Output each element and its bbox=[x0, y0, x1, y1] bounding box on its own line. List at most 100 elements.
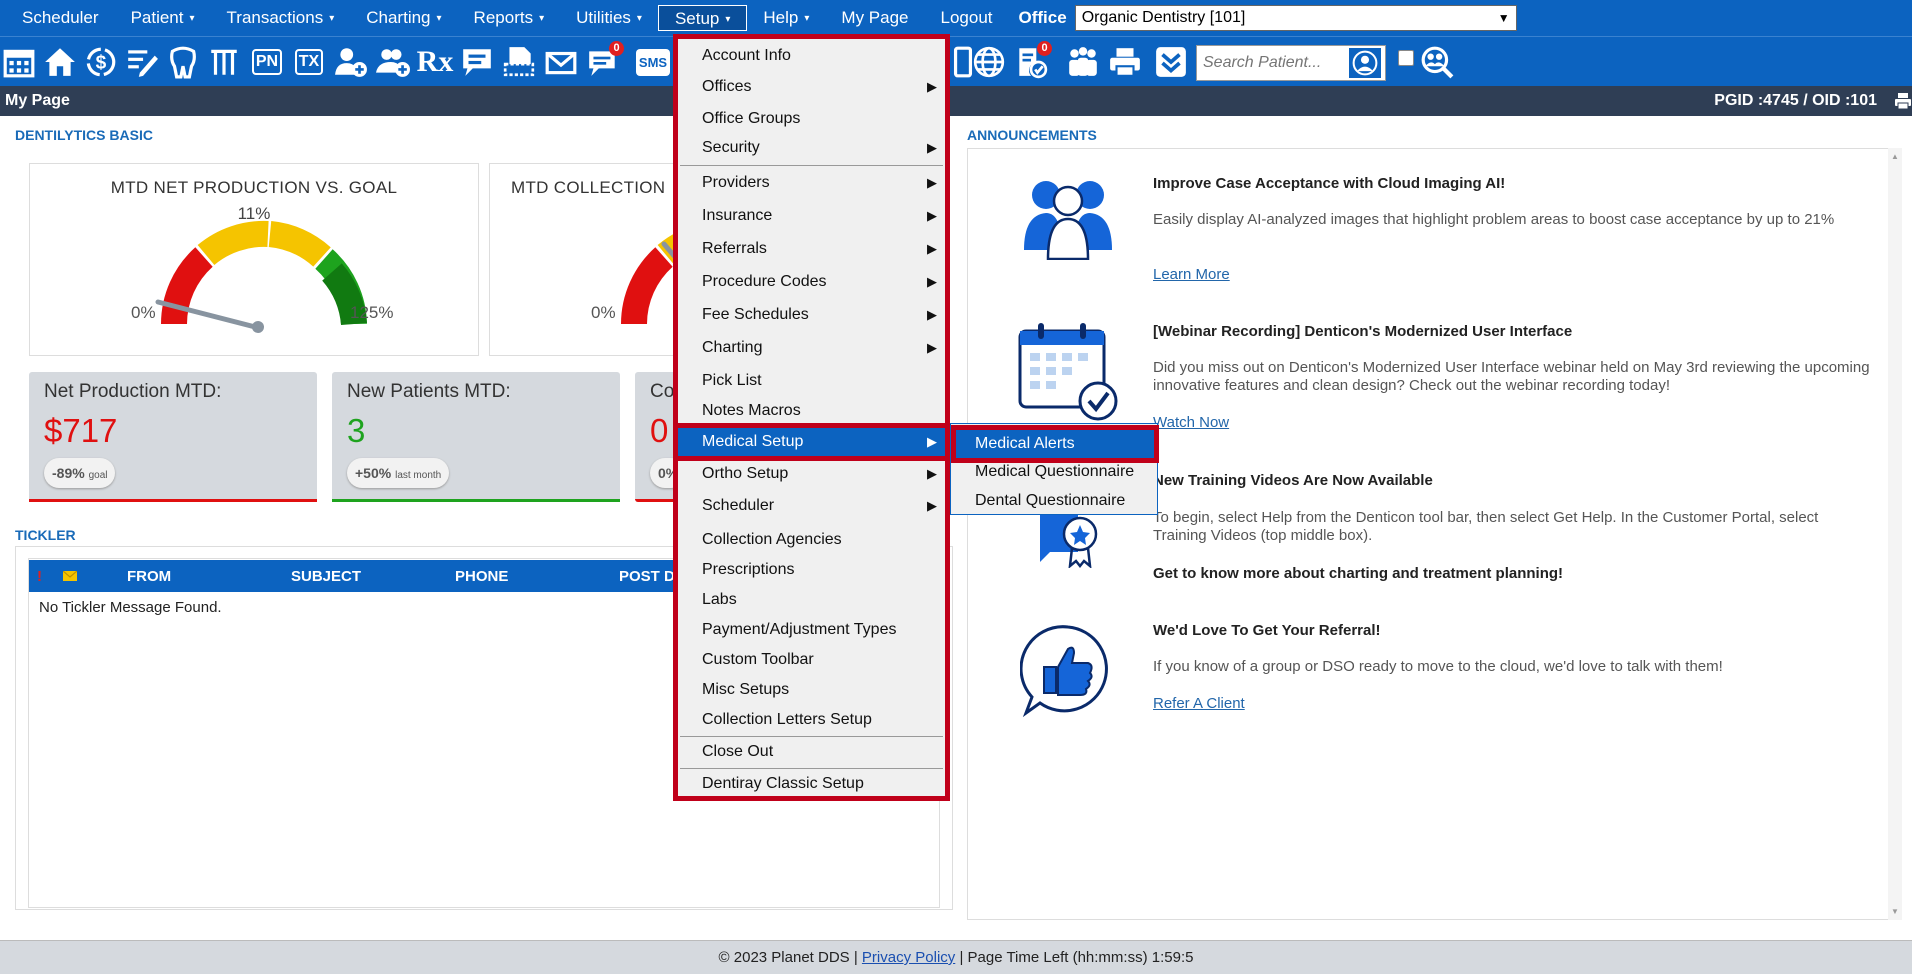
menu-scheduler[interactable]: Scheduler bbox=[6, 5, 115, 31]
setup-item-collection-agencies[interactable]: Collection Agencies bbox=[678, 526, 945, 554]
menu-charting[interactable]: Charting ▾ bbox=[350, 5, 457, 31]
submenu-arrow-icon: ▶ bbox=[927, 175, 937, 190]
submenu-item-medical-alerts[interactable]: Medical Alerts bbox=[951, 425, 1159, 463]
setup-item-custom-toolbar[interactable]: Custom Toolbar bbox=[678, 646, 945, 674]
announcements-scrollbar[interactable]: ▲ ▼ bbox=[1888, 148, 1902, 920]
page-print-icon[interactable] bbox=[1894, 92, 1912, 110]
search-option-checkbox[interactable] bbox=[1398, 50, 1414, 66]
setup-item-fee-schedules[interactable]: Fee Schedules ▶ bbox=[678, 301, 945, 329]
announcement-title: We'd Love To Get Your Referral! bbox=[1153, 622, 1381, 639]
menu-reports[interactable]: Reports ▾ bbox=[458, 5, 561, 31]
stat-label: New Patients MTD: bbox=[347, 381, 511, 402]
documents-badge: 0 bbox=[1037, 41, 1052, 56]
gauge-card-net-production: MTD NET PRODUCTION VS. GOAL 11% 0% 125% bbox=[29, 163, 479, 356]
setup-item-account-info[interactable]: Account Info bbox=[678, 42, 945, 70]
messages-icon[interactable]: 0 bbox=[586, 41, 624, 79]
document-check-icon[interactable]: 0 bbox=[1014, 41, 1052, 79]
gauge-title: MTD NET PRODUCTION VS. GOAL bbox=[110, 178, 398, 197]
submenu-item-medical-questionnaire[interactable]: Medical Questionnaire bbox=[951, 458, 1157, 486]
submenu-arrow-icon: ▶ bbox=[927, 466, 937, 481]
setup-dropdown-menu: Account Info Offices ▶ Office Groups Secu… bbox=[673, 34, 950, 801]
progress-notes-icon[interactable]: PN bbox=[250, 45, 284, 79]
setup-item-providers[interactable]: Providers ▶ bbox=[678, 169, 945, 197]
menu-help[interactable]: Help ▾ bbox=[747, 5, 825, 31]
printer-icon[interactable] bbox=[1108, 45, 1142, 79]
gauge-dial bbox=[621, 231, 678, 325]
submenu-arrow-icon: ▶ bbox=[927, 307, 937, 322]
chevron-down-icon: ▾ bbox=[636, 13, 642, 24]
setup-item-medical-setup[interactable]: Medical Setup ▶ bbox=[673, 423, 950, 461]
training-badge-icon bbox=[1040, 512, 1098, 568]
setup-item-dentiray-classic-setup[interactable]: Dentiray Classic Setup bbox=[678, 770, 945, 798]
refer-client-link[interactable]: Refer A Client bbox=[1153, 695, 1245, 712]
setup-item-ortho-setup[interactable]: Ortho Setup ▶ bbox=[678, 460, 945, 488]
setup-item-collection-letters-setup[interactable]: Collection Letters Setup bbox=[678, 706, 945, 734]
setup-item-misc-setups[interactable]: Misc Setups bbox=[678, 676, 945, 704]
calendar-icon[interactable] bbox=[2, 45, 36, 79]
stat-label: Net Production MTD: bbox=[44, 381, 222, 402]
dollar-cycle-icon[interactable]: $ bbox=[84, 45, 118, 79]
announcements-section-title: ANNOUNCEMENTS bbox=[967, 127, 1097, 143]
setup-item-procedure-codes[interactable]: Procedure Codes ▶ bbox=[678, 268, 945, 296]
learn-more-link[interactable]: Learn More bbox=[1153, 266, 1230, 283]
setup-item-security[interactable]: Security ▶ bbox=[678, 134, 945, 162]
col-from[interactable]: FROM bbox=[127, 568, 171, 585]
search-patient-input[interactable] bbox=[1197, 54, 1347, 72]
submenu-arrow-icon: ▶ bbox=[927, 498, 937, 513]
setup-item-notes-macros[interactable]: Notes Macros bbox=[678, 397, 945, 425]
stat-delta-pill: +50% last month bbox=[347, 458, 450, 488]
edit-list-icon[interactable] bbox=[125, 45, 159, 79]
tickler-empty-message: No Tickler Message Found. bbox=[39, 599, 222, 616]
scroll-down-icon[interactable]: ▼ bbox=[1888, 907, 1902, 916]
scroll-up-icon[interactable]: ▲ bbox=[1888, 152, 1902, 161]
setup-item-pick-list[interactable]: Pick List bbox=[678, 367, 945, 395]
search-group-icon[interactable] bbox=[1420, 45, 1454, 79]
envelope-icon bbox=[62, 568, 78, 585]
submenu-item-dental-questionnaire[interactable]: Dental Questionnaire bbox=[951, 487, 1157, 515]
add-patient-icon[interactable] bbox=[334, 45, 368, 79]
stat-value: 3 bbox=[347, 412, 366, 449]
menu-patient[interactable]: Patient ▾ bbox=[115, 5, 211, 31]
privacy-policy-link[interactable]: Privacy Policy bbox=[862, 949, 955, 966]
email-icon[interactable] bbox=[544, 45, 578, 79]
expand-more-icon[interactable] bbox=[1154, 45, 1188, 79]
chat-note-icon[interactable] bbox=[460, 45, 494, 79]
office-label: Office bbox=[1018, 8, 1067, 27]
setup-item-offices[interactable]: Offices ▶ bbox=[678, 73, 945, 101]
tooth-icon[interactable] bbox=[166, 45, 200, 79]
globe-icon[interactable] bbox=[972, 45, 1006, 79]
col-phone[interactable]: PHONE bbox=[455, 568, 508, 585]
home-icon[interactable] bbox=[43, 45, 77, 79]
menu-transactions[interactable]: Transactions ▾ bbox=[211, 5, 351, 31]
setup-item-payment-adjustment-types[interactable]: Payment/Adjustment Types bbox=[678, 616, 945, 644]
setup-item-insurance[interactable]: Insurance ▶ bbox=[678, 202, 945, 230]
chevron-down-icon: ▾ bbox=[189, 13, 195, 24]
chevron-down-icon: ▾ bbox=[436, 13, 442, 24]
setup-item-labs[interactable]: Labs bbox=[678, 586, 945, 614]
treatment-plan-icon[interactable]: TX bbox=[292, 45, 326, 79]
menu-logout[interactable]: Logout bbox=[925, 5, 1009, 31]
announcement-title: [Webinar Recording] Denticon's Modernize… bbox=[1153, 323, 1573, 340]
setup-item-office-groups[interactable]: Office Groups bbox=[678, 105, 945, 133]
patient-search-user-icon[interactable] bbox=[1347, 46, 1383, 80]
stat-label: Co bbox=[650, 381, 675, 402]
print-document-icon[interactable] bbox=[502, 45, 536, 79]
office-select[interactable]: Organic Dentistry [101] ▼ bbox=[1074, 5, 1517, 31]
menu-my-page[interactable]: My Page bbox=[825, 5, 924, 31]
menu-setup[interactable]: Setup ▾ bbox=[657, 5, 748, 31]
setup-item-referrals[interactable]: Referrals ▶ bbox=[678, 235, 945, 263]
col-subject[interactable]: SUBJECT bbox=[291, 568, 361, 585]
announcement-title: Improve Case Acceptance with Cloud Imagi… bbox=[1153, 175, 1506, 192]
prescription-icon[interactable]: Rx bbox=[417, 45, 454, 79]
setup-item-charting[interactable]: Charting ▶ bbox=[678, 334, 945, 362]
teeth-chart-icon[interactable] bbox=[207, 45, 241, 79]
sms-icon[interactable]: SMS bbox=[635, 45, 671, 79]
col-post-date[interactable]: POST D bbox=[619, 568, 675, 585]
setup-item-scheduler[interactable]: Scheduler ▶ bbox=[678, 492, 945, 520]
menu-utilities[interactable]: Utilities ▾ bbox=[560, 5, 658, 31]
setup-item-prescriptions[interactable]: Prescriptions bbox=[678, 556, 945, 584]
add-family-icon[interactable] bbox=[376, 45, 410, 79]
setup-item-close-out[interactable]: Close Out bbox=[678, 738, 945, 766]
group-icon[interactable] bbox=[1066, 45, 1100, 79]
watch-now-link[interactable]: Watch Now bbox=[1153, 414, 1229, 431]
